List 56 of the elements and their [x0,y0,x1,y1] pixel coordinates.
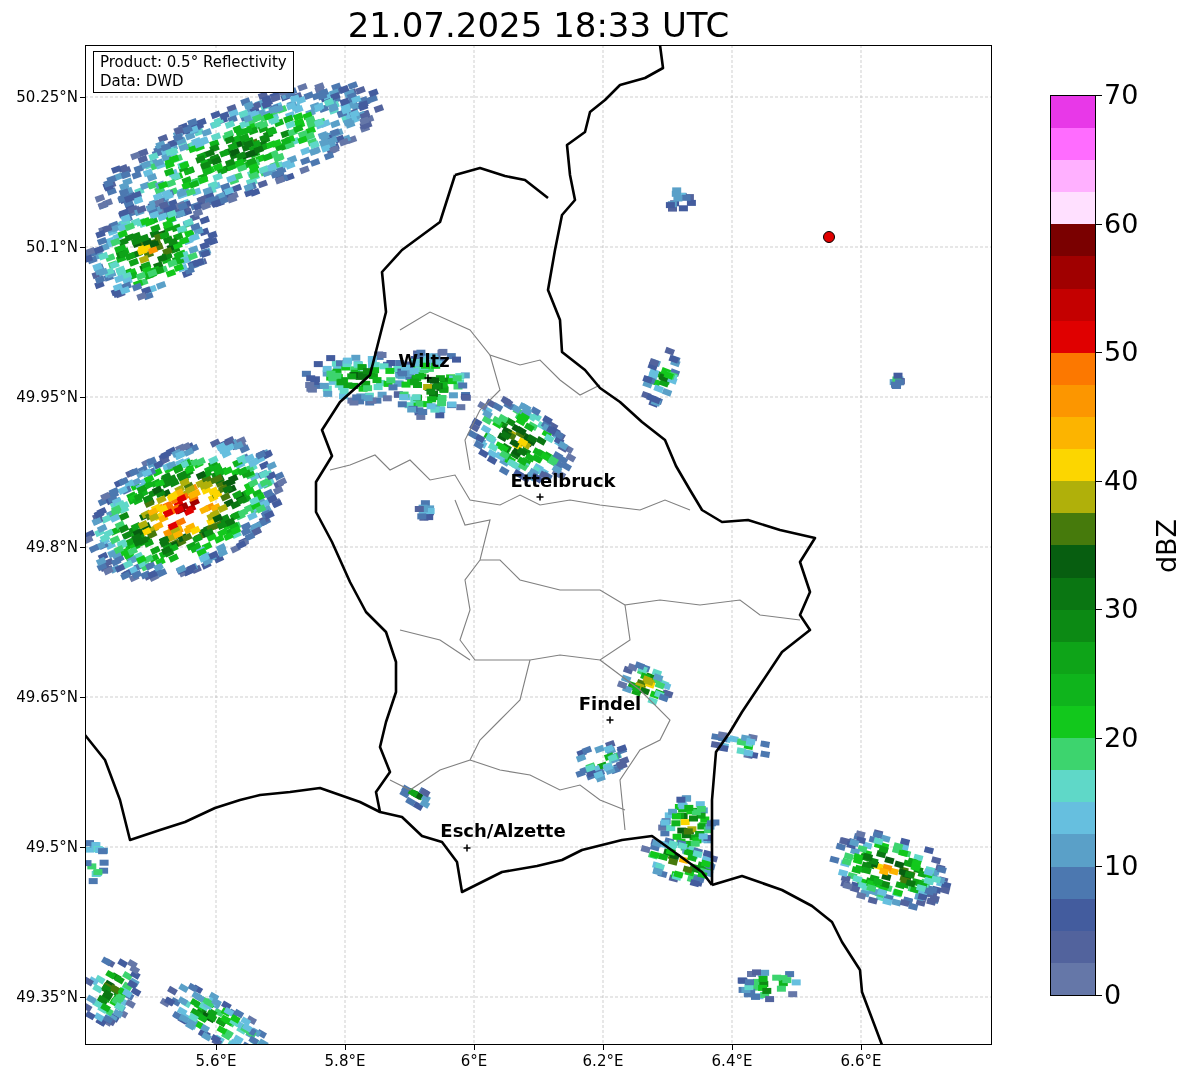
city-marker-icon [535,492,545,502]
tick-mark [80,697,85,698]
radar-echo [665,187,696,212]
tick-mark [861,1045,862,1050]
colorbar-tick-label: 60 [1104,208,1139,239]
city-label: Ettelbruck [510,471,616,491]
tick-mark [80,97,85,98]
radar-echo [737,969,801,1003]
y-tick-label: 49.35°N [16,988,78,1006]
tick-mark [732,1045,733,1050]
y-tick-label: 50.1°N [25,238,78,256]
info-text: Data: DWD [100,72,185,91]
city-label: Esch/Alzette [440,821,566,841]
city-marker-icon [605,715,615,725]
colorbar-tick-label: 20 [1104,722,1139,753]
colorbar-tick-label: 30 [1104,594,1139,625]
radar-echo [414,500,435,521]
y-tick-label: 49.5°N [25,838,78,856]
colorbar-tick-label: 10 [1104,851,1139,882]
colorbar-tick-label: 50 [1104,337,1139,368]
tick-mark [216,1045,217,1050]
tick-mark [80,847,85,848]
tick-mark [80,547,85,548]
x-tick-label: 6.2°E [582,1052,624,1070]
x-tick-label: 5.6°E [195,1052,237,1070]
chart-title: 21.07.2025 18:33 UTC [346,4,731,46]
tick-mark [474,1045,475,1050]
x-tick-label: 6.4°E [711,1052,753,1070]
city-marker-icon [423,373,433,383]
colorbar-tick-label: 0 [1104,980,1122,1010]
info-text: Product: 0.5° Reflectivity [100,53,287,72]
tick-mark [603,1045,604,1050]
city-label: Findel [578,694,642,714]
colorbar-tick-label: 70 [1104,80,1139,110]
colorbar-tick-label: 40 [1104,465,1139,496]
radar-echo [641,346,681,408]
radar-echo [85,840,109,885]
tick-mark [80,397,85,398]
tick-mark [80,997,85,998]
y-tick-label: 50.25°N [16,88,78,106]
station-marker [823,231,835,243]
colorbar-label: dBZ [1151,518,1184,574]
radar-echo [575,740,630,783]
radar-echo [399,784,431,812]
x-tick-label: 6°E [460,1052,488,1070]
radar-echo [710,731,771,759]
y-tick-label: 49.8°N [25,538,78,556]
radar-echo [85,956,142,1027]
x-tick-label: 6.6°E [840,1052,882,1070]
x-tick-label: 5.8°E [324,1052,366,1070]
tick-mark [345,1045,346,1050]
city-marker-icon [462,843,472,853]
radar-echo [889,372,905,389]
y-tick-label: 49.95°N [16,388,78,406]
y-tick-label: 49.65°N [16,688,78,706]
tick-mark [80,247,85,248]
